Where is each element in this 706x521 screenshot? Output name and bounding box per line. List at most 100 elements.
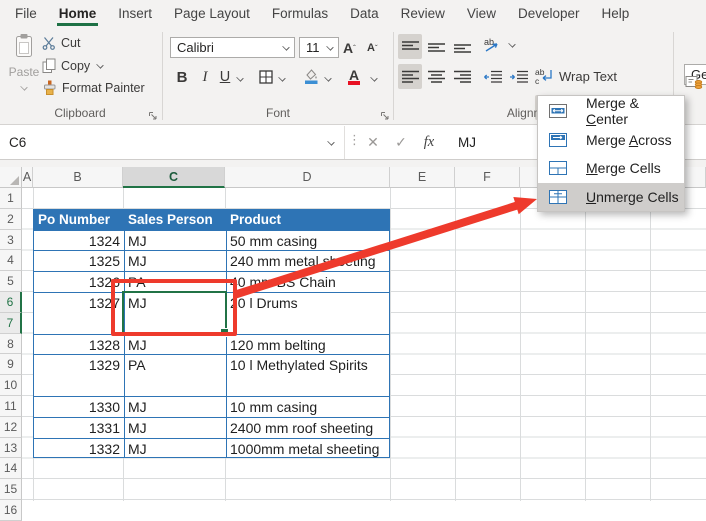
font-color-dropdown-icon[interactable] <box>370 67 379 91</box>
decrease-font-button[interactable]: Aˇ <box>367 36 378 60</box>
row-header-4[interactable]: 4 <box>0 250 22 271</box>
row-header-5[interactable]: 5 <box>0 271 22 292</box>
cell-B8[interactable]: 1328 <box>34 335 120 356</box>
row-header-15[interactable]: 15 <box>0 479 22 500</box>
header-cell[interactable]: Po Number <box>38 210 110 230</box>
column-header-F[interactable]: F <box>455 167 520 188</box>
tab-file[interactable]: File <box>4 0 48 27</box>
wrap-text-button[interactable]: ab c Wrap Text <box>535 64 617 88</box>
paste-button[interactable]: Paste <box>6 33 42 103</box>
cancel-icon[interactable]: ✕ <box>360 126 386 159</box>
menu-item-unmerge-cells[interactable]: Unmerge Cells <box>538 183 684 212</box>
cell-B12[interactable]: 1331 <box>34 418 120 439</box>
name-box[interactable]: C6 <box>0 126 345 159</box>
row-header-9[interactable]: 9 <box>0 354 22 375</box>
font-name-dropdown-icon[interactable] <box>282 44 291 52</box>
column-header-E[interactable]: E <box>390 167 455 188</box>
select-all-corner[interactable] <box>0 167 22 188</box>
row-header-1[interactable]: 1 <box>0 188 22 209</box>
borders-dropdown-icon[interactable] <box>278 67 287 91</box>
header-cell[interactable]: Product <box>230 210 281 230</box>
cell-D8[interactable]: 120 mm belting <box>230 335 326 356</box>
paste-dropdown-icon[interactable] <box>20 84 29 92</box>
copy-dropdown-icon[interactable] <box>96 62 105 70</box>
borders-button[interactable] <box>258 65 274 89</box>
decrease-indent-button[interactable] <box>481 64 505 89</box>
row-header-12[interactable]: 12 <box>0 417 22 438</box>
format-painter-button[interactable]: Format Painter <box>42 80 145 96</box>
formula-bar-value[interactable]: MJ <box>458 126 476 159</box>
underline-dropdown-icon[interactable] <box>236 67 245 91</box>
row-header-14[interactable]: 14 <box>0 458 22 479</box>
cell-C9[interactable]: PA <box>128 355 146 376</box>
cell-C13[interactable]: MJ <box>128 439 147 460</box>
column-header-B[interactable]: B <box>33 167 123 188</box>
tab-review[interactable]: Review <box>390 0 456 27</box>
row-header-10[interactable]: 10 <box>0 375 22 396</box>
cell-D12[interactable]: 2400 mm roof sheeting <box>230 418 373 439</box>
tab-developer[interactable]: Developer <box>507 0 591 27</box>
menu-item-merge-across[interactable]: Merge Across <box>538 126 684 155</box>
font-size-combo[interactable]: 11 <box>299 37 339 58</box>
row-header-16[interactable]: 16 <box>0 500 22 521</box>
orientation-button[interactable]: ab <box>483 36 517 53</box>
row-header-7[interactable]: 7 <box>0 313 22 334</box>
cut-button[interactable]: Cut <box>42 36 80 50</box>
cell-B3[interactable]: 1324 <box>34 231 120 252</box>
bold-button[interactable]: B <box>172 65 192 89</box>
cell-C12[interactable]: MJ <box>128 418 147 439</box>
middle-align-button[interactable] <box>424 34 448 59</box>
align-left-button[interactable] <box>398 64 422 89</box>
cell-D11[interactable]: 10 mm casing <box>230 397 317 418</box>
italic-button[interactable]: I <box>196 65 214 89</box>
enter-icon[interactable]: ✓ <box>388 126 414 159</box>
menu-item-merge-cells[interactable]: Merge Cells <box>538 154 684 183</box>
tab-view[interactable]: View <box>456 0 507 27</box>
header-cell[interactable]: Sales Person <box>128 210 213 230</box>
cell-C4[interactable]: MJ <box>128 251 147 272</box>
insert-function-icon[interactable]: fx <box>416 126 442 159</box>
row-header-3[interactable]: 3 <box>0 230 22 251</box>
accounting-format-button[interactable] <box>685 69 703 93</box>
column-header-C[interactable]: C <box>123 167 225 188</box>
cell-D6[interactable]: 20 l Drums <box>230 293 298 314</box>
tab-data[interactable]: Data <box>339 0 390 27</box>
fill-color-dropdown-icon[interactable] <box>324 67 333 91</box>
cell-B13[interactable]: 1332 <box>34 439 120 460</box>
cell-D3[interactable]: 50 mm casing <box>230 231 317 252</box>
cell-D4[interactable]: 240 mm metal sheeting <box>230 251 376 272</box>
font-color-button[interactable]: A <box>348 65 360 89</box>
cell-C11[interactable]: MJ <box>128 397 147 418</box>
underline-button[interactable]: U <box>216 65 234 89</box>
increase-font-button[interactable]: Aˆ <box>343 36 356 60</box>
font-dialog-launcher[interactable] <box>380 108 391 119</box>
cell-C3[interactable]: MJ <box>128 231 147 252</box>
copy-button[interactable]: Copy <box>42 58 105 74</box>
align-center-button[interactable] <box>424 64 448 89</box>
cell-D9[interactable]: 10 l Methylated Spirits <box>230 355 368 376</box>
cell-D13[interactable]: 1000mm metal sheeting <box>230 439 379 460</box>
row-header-8[interactable]: 8 <box>0 334 22 355</box>
increase-indent-button[interactable] <box>507 64 531 89</box>
orientation-dropdown-icon[interactable] <box>508 41 517 49</box>
tab-home[interactable]: Home <box>48 0 108 27</box>
row-header-13[interactable]: 13 <box>0 438 22 459</box>
row-header-6[interactable]: 6 <box>0 292 22 313</box>
cell-B11[interactable]: 1330 <box>34 397 120 418</box>
cell-B4[interactable]: 1325 <box>34 251 120 272</box>
bottom-align-button[interactable] <box>450 34 474 59</box>
clipboard-dialog-launcher[interactable] <box>148 108 159 119</box>
row-header-11[interactable]: 11 <box>0 396 22 417</box>
cell-C8[interactable]: MJ <box>128 335 147 356</box>
cell-B6[interactable]: 1327 <box>34 293 120 314</box>
tab-insert[interactable]: Insert <box>107 0 163 27</box>
cell-B9[interactable]: 1329 <box>34 355 120 376</box>
column-header-A[interactable]: A <box>22 167 33 188</box>
fill-color-button[interactable] <box>302 64 320 88</box>
font-name-combo[interactable]: Calibri <box>170 37 295 58</box>
name-box-dropdown-icon[interactable] <box>327 139 336 147</box>
cell-D5[interactable]: 40 mm BS Chain <box>230 272 336 293</box>
tab-formulas[interactable]: Formulas <box>261 0 339 27</box>
column-header-D[interactable]: D <box>225 167 390 188</box>
tab-help[interactable]: Help <box>591 0 641 27</box>
